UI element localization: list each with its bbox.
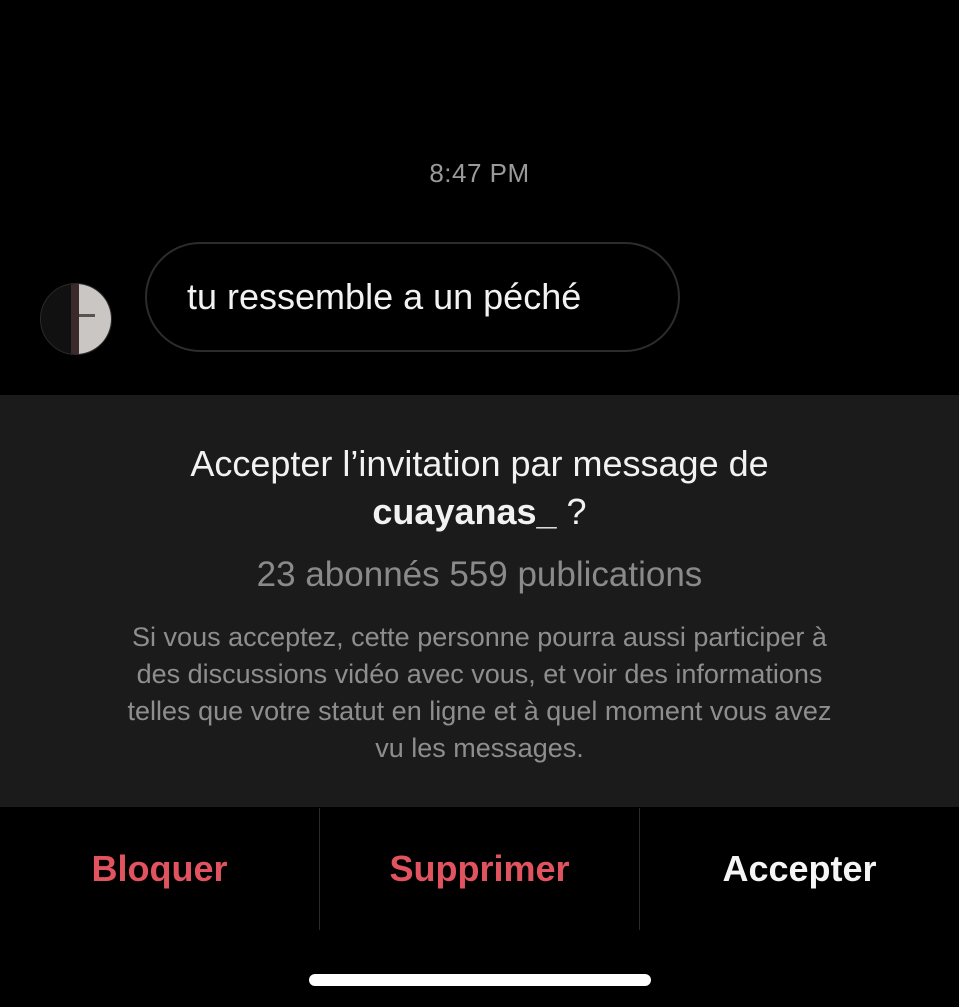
- request-user-line: cuayanas_ ?: [0, 490, 959, 534]
- description-line: telles que votre statut en ligne et à qu…: [127, 696, 832, 726]
- message-bubble[interactable]: tu ressemble a un péché: [145, 242, 680, 352]
- message-text: tu ressemble a un péché: [187, 276, 582, 317]
- request-description: Si vous acceptez, cette personne pourra …: [40, 619, 919, 767]
- avatar-image: [41, 284, 111, 354]
- delete-button[interactable]: Supprimer: [319, 808, 639, 930]
- message-timestamp: 8:47 PM: [429, 158, 530, 188]
- description-line: Si vous acceptez, cette personne pourra …: [132, 622, 827, 652]
- request-title: Accepter l’invitation par message de: [190, 443, 769, 484]
- request-actions: Bloquer Supprimer Accepter: [0, 808, 959, 930]
- request-question-mark: ?: [556, 491, 587, 532]
- request-username[interactable]: cuayanas_: [372, 491, 556, 532]
- block-button[interactable]: Bloquer: [0, 808, 319, 930]
- description-line: vu les messages.: [375, 733, 584, 763]
- home-indicator[interactable]: [309, 974, 651, 986]
- sender-avatar[interactable]: [40, 283, 112, 355]
- sender-stats: 23 abonnés 559 publications: [256, 555, 703, 594]
- accept-button[interactable]: Accepter: [639, 808, 959, 930]
- description-line: des discussions vidéo avec vous, et voir…: [136, 659, 823, 689]
